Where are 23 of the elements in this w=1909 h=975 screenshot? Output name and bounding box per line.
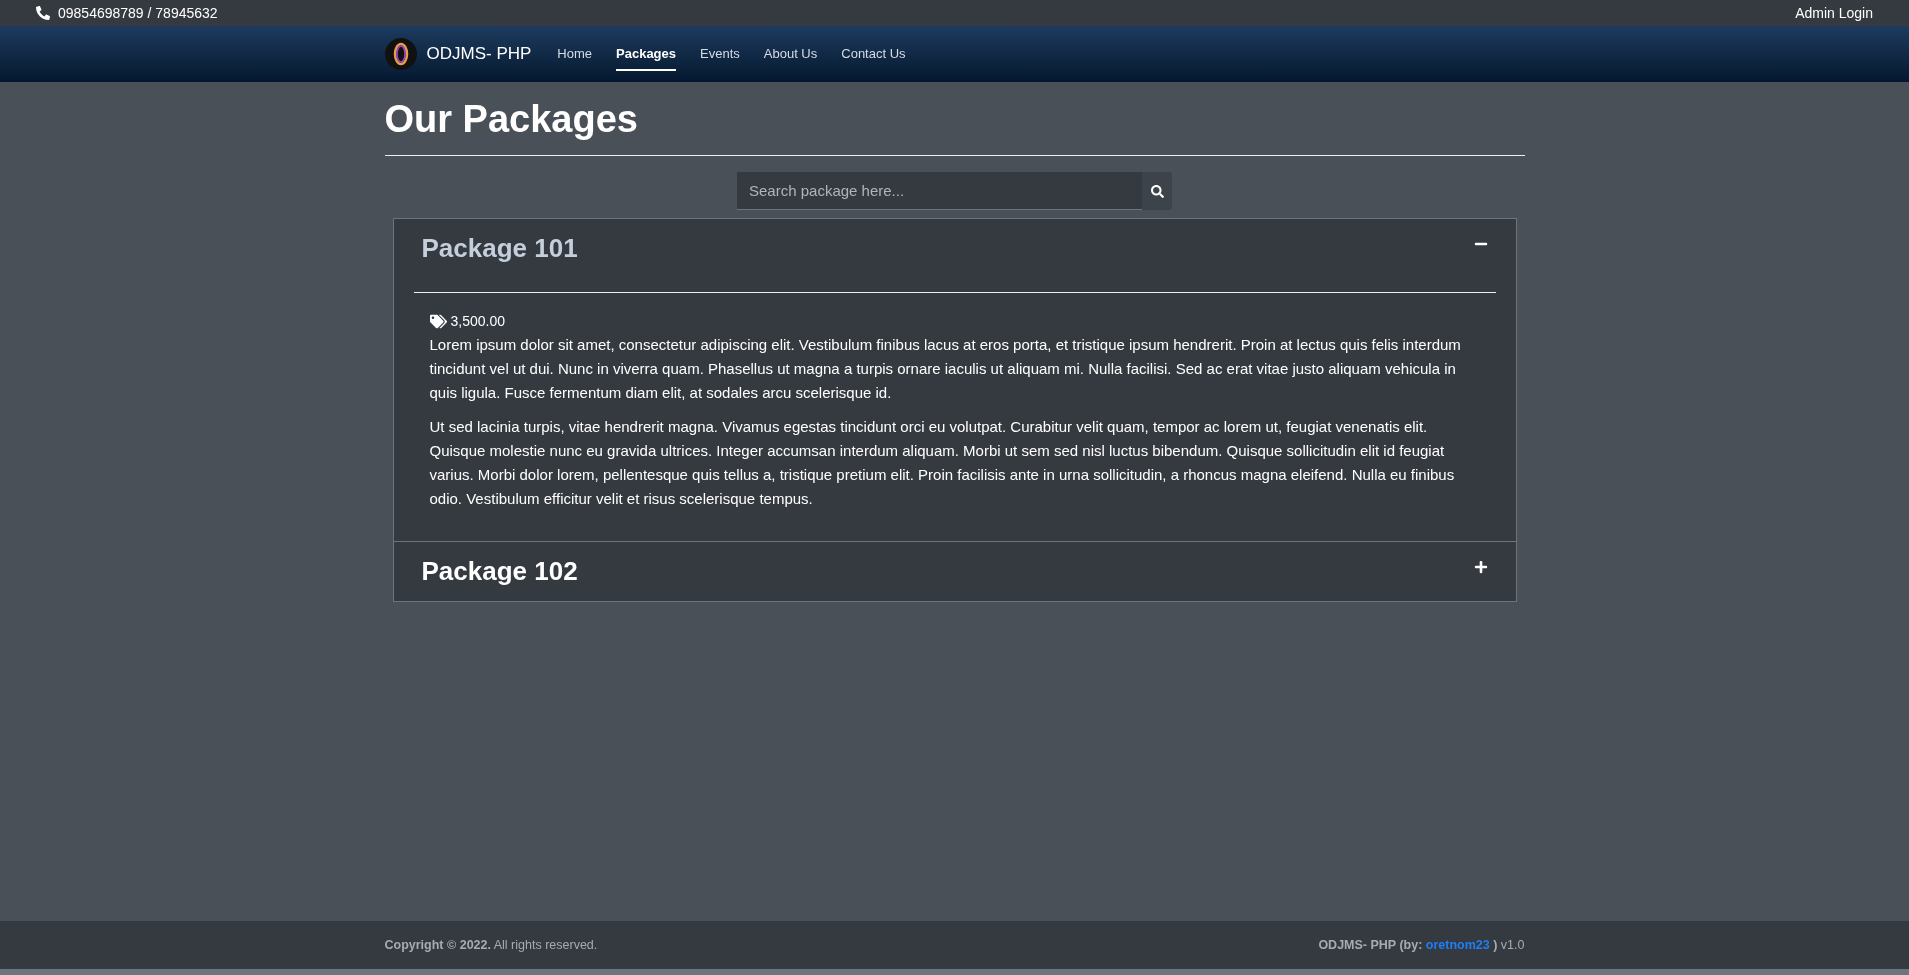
search-icon xyxy=(1150,184,1164,198)
phone-icon xyxy=(36,6,50,20)
nav-link[interactable]: Packages xyxy=(616,37,677,71)
phone-numbers: 09854698789 / 78945632 xyxy=(58,5,218,21)
search-field[interactable]: Search package here... xyxy=(737,172,1142,210)
expand-icon[interactable] xyxy=(1473,560,1488,574)
footer-credit: ODJMS- PHP (by: oretnom23 ) v1.0 xyxy=(1318,938,1525,952)
brand-name[interactable]: ODJMS- PHP xyxy=(426,44,532,64)
package-price: 3,500.00 xyxy=(450,312,505,331)
logo-icon xyxy=(384,38,417,70)
admin-login-link[interactable]: Admin Login xyxy=(1795,5,1873,21)
nav-link[interactable]: Home xyxy=(557,37,593,71)
search-button[interactable] xyxy=(1142,172,1172,210)
tags-icon xyxy=(429,312,447,330)
nav-link[interactable]: About Us xyxy=(763,37,818,71)
nav-link[interactable]: Events xyxy=(700,37,740,71)
page-title: Our Packages xyxy=(384,98,639,141)
package-title[interactable]: Package 101 xyxy=(421,233,578,264)
copyright-text: Copyright © 2022. All rights reserved. xyxy=(384,938,598,952)
package-title[interactable]: Package 102 xyxy=(421,556,578,587)
nav-link[interactable]: Contact Us xyxy=(841,37,906,71)
package-description: Lorem ipsum dolor sit amet, consectetur adipiscing elit. Vestibulum finibus lacus at eros porta, et tristique ipsum hendrerit. Proin at lectus quis felis interdum tincidunt vel ut dui. Nunc in viverra quam. Phasellus ut magna a turpis ornare iaculis ut aliquam mi. Nulla facilisi. Sed ac erat vitae justo aliquam vehicula in quis ligula. Fusce fermentum diam elit, at sodales arcu scelerisque id. xyxy=(429,335,1462,403)
package-description: Ut sed lacinia turpis, vitae hendrerit magna. Vivamus egestas tincidunt orci eu volutpat. Curabitur velit quam, tempor ac lorem ut, feugiat venenatis elit. Quisque molestie nunc eu gravida ultrices. Integer accumsan interdum aliquam. Morbi ut sem sed nisl luctus bibendum. Quisque sollicitudin elit id feugiat varius. Morbi dolor lorem, pellentesque quis tellus a, tristique pretium elit. Proin facilisis ante in urna sollicitudin, a rhoncus magna eleifend. Nulla eu finibus odio. Vestibulum efficitur velit et risus scelerisque tempus. xyxy=(429,417,1456,509)
